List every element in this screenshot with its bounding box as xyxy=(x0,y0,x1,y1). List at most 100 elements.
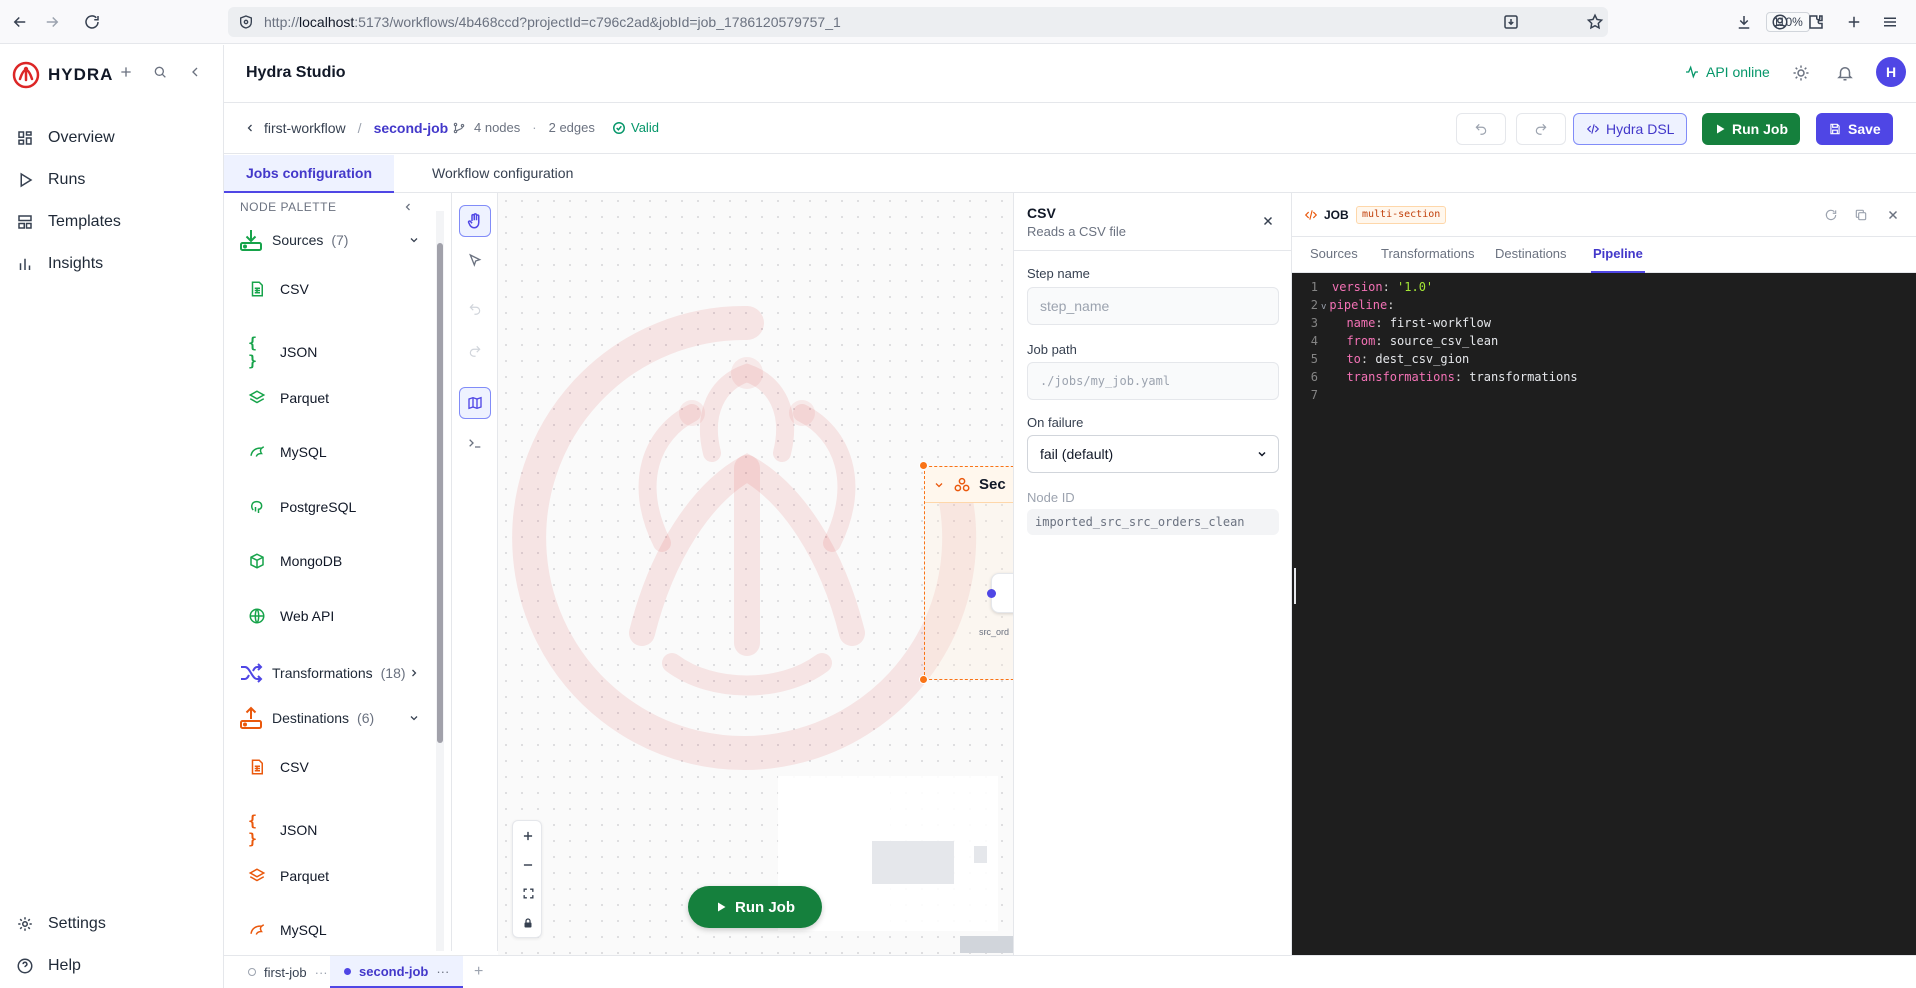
forward-icon[interactable] xyxy=(40,10,64,34)
resize-handle-top-left[interactable] xyxy=(919,461,928,470)
avatar[interactable]: H xyxy=(1876,57,1906,87)
zoom-in-button[interactable] xyxy=(513,821,543,850)
search-icon[interactable] xyxy=(152,64,168,80)
star-icon[interactable] xyxy=(1586,13,1604,31)
palette-section-transformations[interactable]: Transformations (18) xyxy=(238,660,406,686)
bar-chart-icon xyxy=(16,255,34,273)
palette-item-source-mongodb[interactable]: MongoDB xyxy=(248,552,342,570)
step-name-input[interactable]: step_name xyxy=(1027,287,1279,325)
palette-section-destinations[interactable]: Destinations (6) xyxy=(238,705,374,731)
copy-icon[interactable] xyxy=(1854,208,1868,222)
breadcrumb-workflow[interactable]: first-workflow xyxy=(264,120,346,136)
undo-button[interactable] xyxy=(1456,113,1506,145)
chevron-down-icon[interactable] xyxy=(408,234,420,246)
palette-item-source-json[interactable]: { } JSON xyxy=(248,334,317,370)
reload-icon[interactable] xyxy=(80,10,104,34)
sidebar-item-overview[interactable]: Overview xyxy=(0,117,224,159)
sidebar-item-templates[interactable]: Templates xyxy=(0,201,224,243)
job-path-input[interactable]: ./jobs/my_job.yaml xyxy=(1027,362,1279,400)
job-tab-first-job[interactable]: first-job ··· xyxy=(234,956,342,988)
palette-item-destination-csv[interactable]: CSV xyxy=(248,758,309,776)
save-button[interactable]: Save xyxy=(1816,113,1893,145)
panel-resize-handle[interactable] xyxy=(1294,568,1296,604)
extensions-icon[interactable] xyxy=(1804,10,1828,34)
close-icon[interactable] xyxy=(1886,208,1900,222)
bell-icon[interactable] xyxy=(1836,64,1854,82)
new-tab-icon[interactable] xyxy=(1842,10,1866,34)
sidebar-item-help[interactable]: Help xyxy=(0,945,224,987)
app-sidebar: HYDRA Overview Runs Templates Insights S… xyxy=(0,45,224,988)
palette-item-source-mysql[interactable]: MySQL xyxy=(248,443,327,461)
activity-icon xyxy=(1684,64,1700,80)
tab-workflow-configuration[interactable]: Workflow configuration xyxy=(410,155,595,193)
palette-item-source-postgresql[interactable]: PostgreSQL xyxy=(248,498,356,516)
palette-item-source-parquet[interactable]: Parquet xyxy=(248,389,329,407)
hydra-dsl-button[interactable]: Hydra DSL xyxy=(1573,113,1688,145)
floating-run-job-button[interactable]: Run Job xyxy=(688,886,822,928)
fit-view-button[interactable] xyxy=(513,879,543,908)
close-icon[interactable] xyxy=(1261,214,1275,228)
menu-icon[interactable] xyxy=(1878,10,1902,34)
code-icon xyxy=(1304,208,1318,222)
node-input-handle[interactable] xyxy=(987,589,996,598)
code-editor[interactable]: 1 version: '1.0' 2 v pipeline: 3 name: firs… xyxy=(1292,273,1916,955)
collapse-palette-icon[interactable] xyxy=(402,201,414,213)
chevron-right-icon[interactable] xyxy=(408,667,420,679)
palette-item-destination-mysql[interactable]: MySQL xyxy=(248,921,327,939)
code-tab-pipeline[interactable]: Pipeline xyxy=(1591,237,1645,273)
grid-icon xyxy=(16,129,34,147)
refresh-icon[interactable] xyxy=(1824,208,1838,222)
redo-button[interactable] xyxy=(1516,113,1566,145)
brand-logo[interactable]: HYDRA xyxy=(12,61,113,89)
save-icon xyxy=(1828,122,1842,136)
group-node-header[interactable]: Sec xyxy=(925,467,1013,503)
chevron-down-icon[interactable] xyxy=(933,479,945,491)
add-job-tab-button[interactable]: + xyxy=(460,956,497,988)
workflow-canvas[interactable]: Sec src_ord Run Job xyxy=(498,193,1013,955)
code-tab-sources[interactable]: Sources xyxy=(1308,237,1360,273)
undo-tool-button[interactable] xyxy=(459,293,491,325)
sidebar-item-settings[interactable]: Settings xyxy=(0,903,224,945)
more-icon[interactable]: ··· xyxy=(436,964,449,979)
terminal-tool-button[interactable] xyxy=(459,427,491,459)
sidebar-item-runs[interactable]: Runs xyxy=(0,159,224,201)
run-job-label: Run Job xyxy=(1732,121,1788,137)
select-tool-button[interactable] xyxy=(459,245,491,277)
download-icon[interactable] xyxy=(1732,10,1756,34)
code-tab-destinations[interactable]: Destinations xyxy=(1493,237,1569,273)
address-bar[interactable]: http://localhost:5173/workflows/4b468ccd… xyxy=(228,7,1810,37)
node-palette: NODE PALETTE Sources (7) CSV { } JSON Pa… xyxy=(224,193,452,951)
palette-scrollbar-thumb[interactable] xyxy=(437,243,443,743)
code-tab-transformations[interactable]: Transformations xyxy=(1379,237,1476,273)
zoom-out-button[interactable] xyxy=(513,850,543,879)
run-job-button[interactable]: Run Job xyxy=(1702,113,1800,145)
palette-item-destination-json[interactable]: { } JSON xyxy=(248,812,317,848)
lock-button[interactable] xyxy=(513,908,543,937)
palette-item-destination-parquet[interactable]: Parquet xyxy=(248,867,329,885)
palette-item-label: JSON xyxy=(280,822,318,838)
group-node-second-job[interactable]: Sec src_ord xyxy=(924,466,1013,680)
palette-item-source-csv[interactable]: CSV xyxy=(248,280,309,298)
resize-handle-bottom-left[interactable] xyxy=(919,675,928,684)
breadcrumb: first-workflow / second-job xyxy=(244,120,448,136)
chevron-left-icon[interactable] xyxy=(244,122,256,134)
palette-item-source-web-api[interactable]: Web API xyxy=(248,607,334,625)
account-icon[interactable] xyxy=(1768,10,1792,34)
collapse-sidebar-icon[interactable] xyxy=(187,64,203,80)
theme-toggle-icon[interactable] xyxy=(1792,64,1810,82)
redo-tool-button[interactable] xyxy=(459,335,491,367)
job-tab-second-job[interactable]: second-job ··· xyxy=(330,956,464,988)
more-icon[interactable]: ··· xyxy=(315,965,328,980)
back-icon[interactable] xyxy=(8,10,32,34)
tab-jobs-configuration[interactable]: Jobs configuration xyxy=(224,155,394,193)
palette-section-sources[interactable]: Sources (7) xyxy=(238,227,348,253)
chevron-down-icon[interactable] xyxy=(408,712,420,724)
hydra-logo-icon xyxy=(12,61,40,89)
hand-tool-button[interactable] xyxy=(459,205,491,237)
on-failure-select[interactable]: fail (default) xyxy=(1027,435,1279,473)
hand-icon xyxy=(466,212,484,230)
screenshot-icon[interactable] xyxy=(1502,13,1520,31)
sidebar-item-insights[interactable]: Insights xyxy=(0,243,224,285)
add-icon[interactable] xyxy=(118,64,134,80)
minimap-tool-button[interactable] xyxy=(459,387,491,419)
